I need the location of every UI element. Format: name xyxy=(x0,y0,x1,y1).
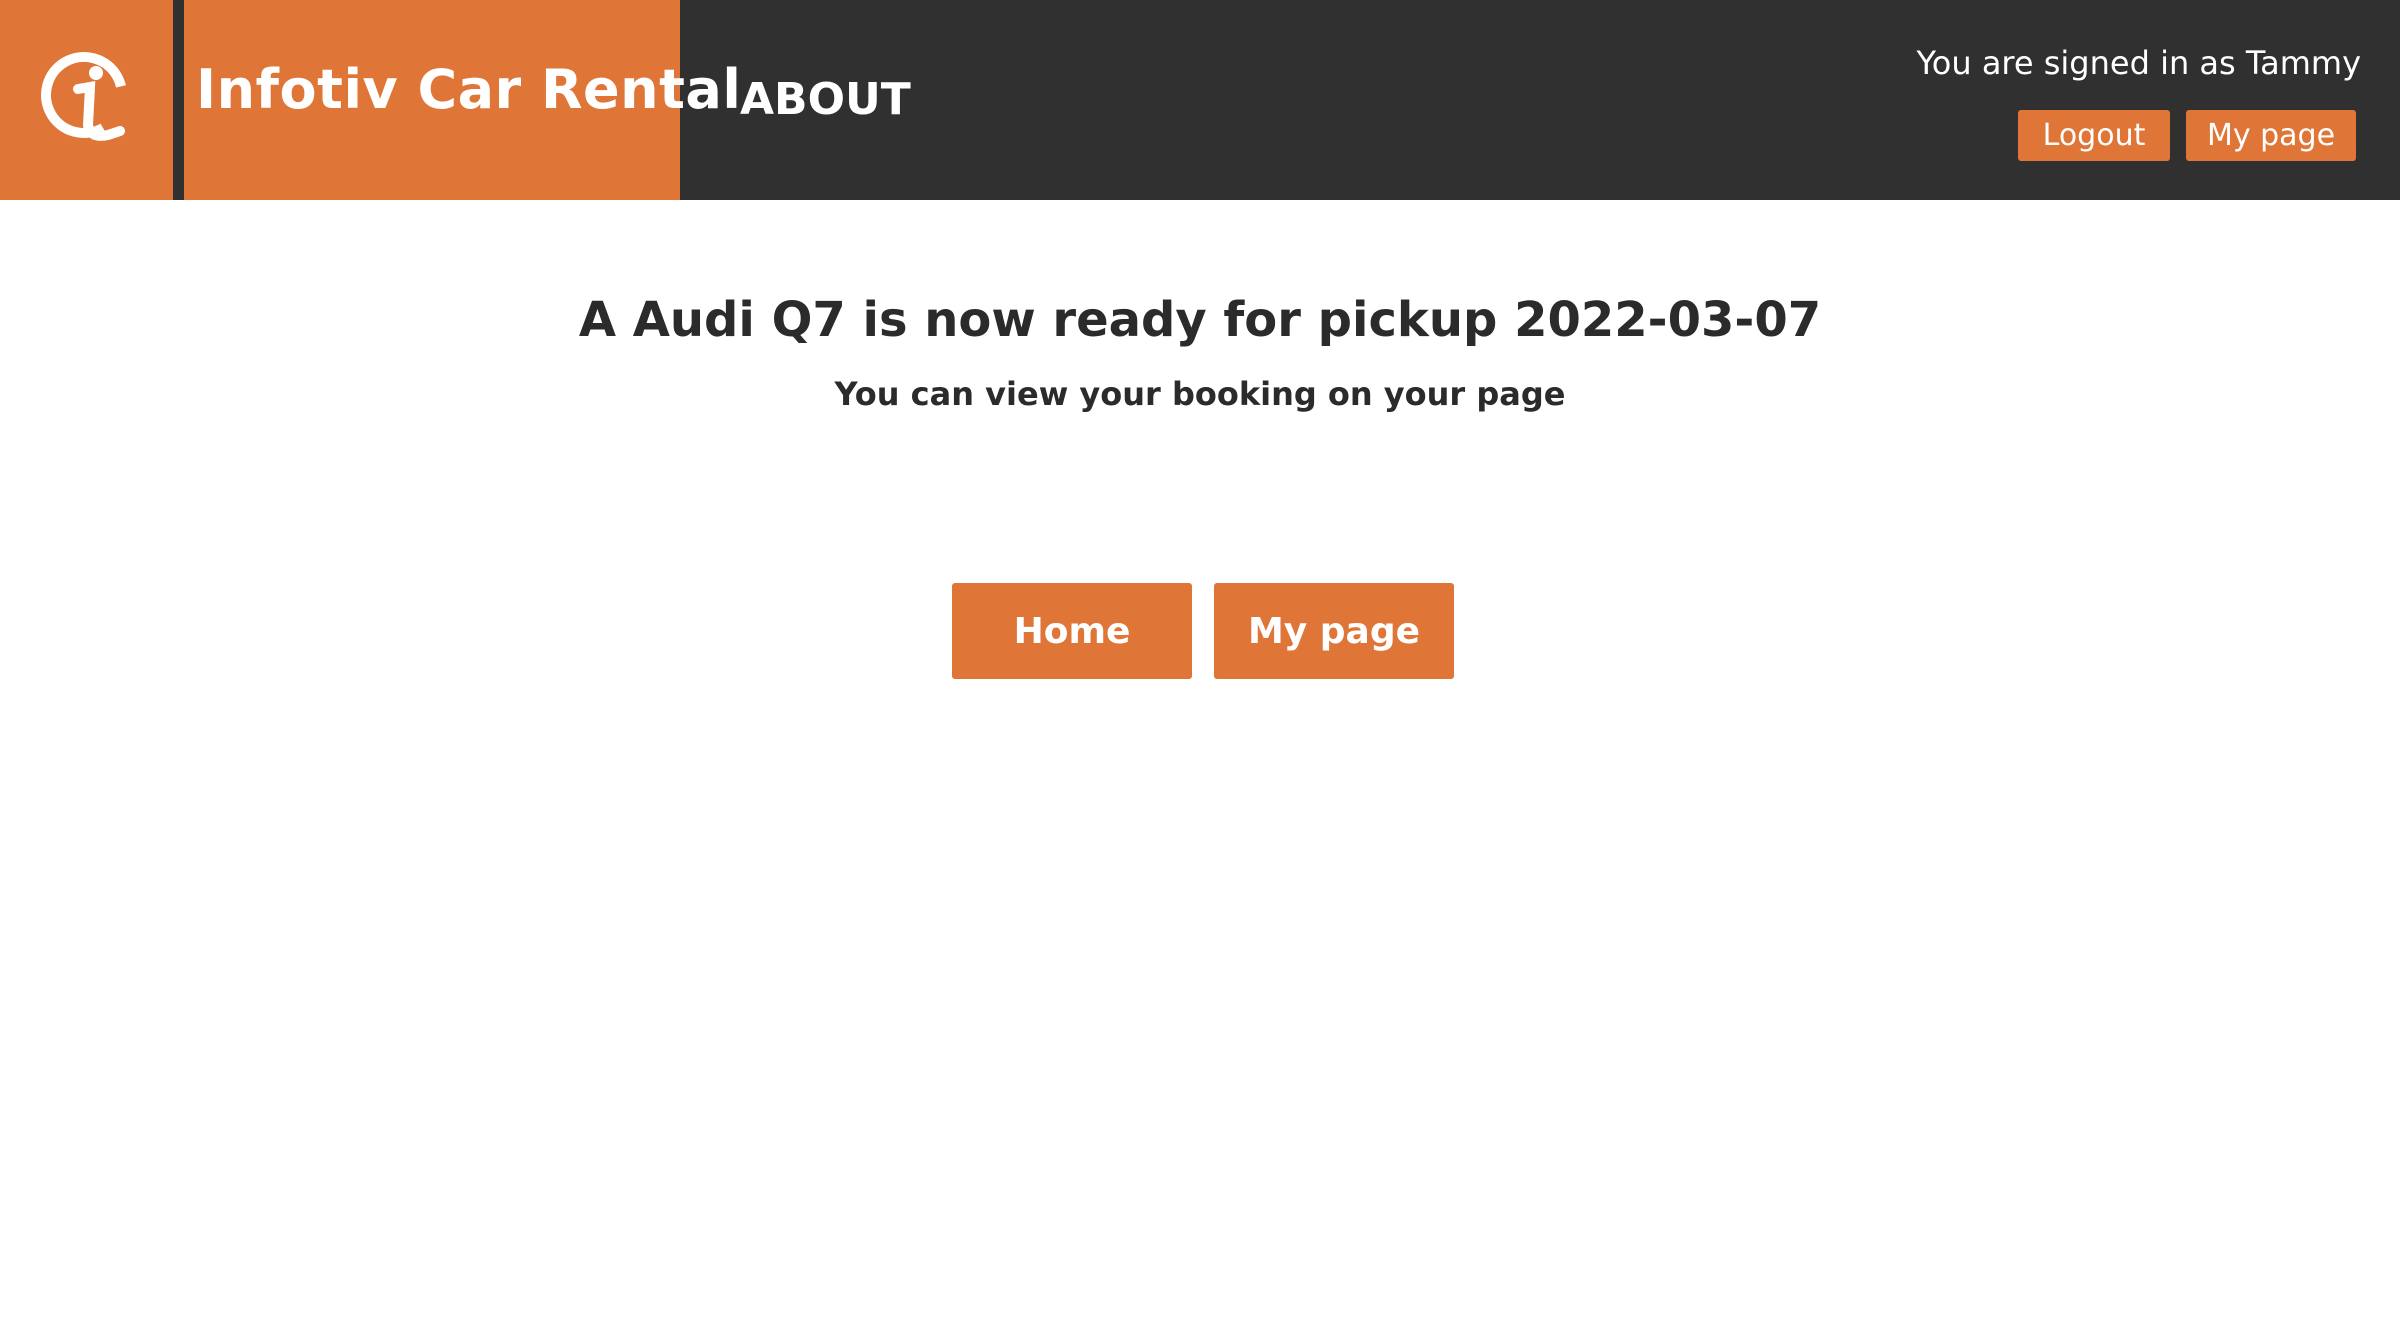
home-button[interactable]: Home xyxy=(952,583,1192,679)
logout-button[interactable]: Logout xyxy=(2018,110,2170,161)
my-page-header-button[interactable]: My page xyxy=(2186,110,2356,161)
signed-in-status: You are signed in as Tammy xyxy=(1916,44,2361,82)
site-title: Infotiv Car Rental xyxy=(196,58,742,121)
infotiv-logo-icon xyxy=(40,51,127,141)
my-page-button[interactable]: My page xyxy=(1214,583,1454,679)
site-title-box[interactable]: Infotiv Car Rental xyxy=(184,0,741,200)
logo[interactable] xyxy=(0,0,173,200)
top-header: Infotiv Car Rental ABOUT You are signed … xyxy=(0,0,2400,200)
confirmation-headline: A Audi Q7 is now ready for pickup 2022-0… xyxy=(578,292,1822,348)
confirmation-subline: You can view your booking on your page xyxy=(834,375,1566,413)
nav-about-link[interactable]: ABOUT xyxy=(740,74,911,125)
